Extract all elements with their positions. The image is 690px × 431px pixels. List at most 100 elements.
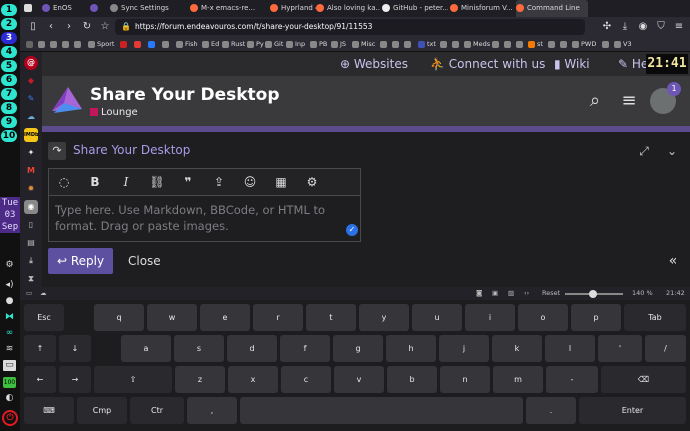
bookmark-item[interactable]	[516, 37, 525, 52]
bold-icon[interactable]: B	[86, 174, 104, 190]
blockquote-icon[interactable]: ❞	[179, 174, 197, 190]
volume-icon[interactable]: ◂)	[3, 280, 16, 291]
image-icon[interactable]: ▨	[508, 287, 514, 300]
tab-endeavour[interactable]	[90, 0, 106, 17]
italic-icon[interactable]: I	[117, 174, 135, 190]
app-icon[interactable]: ◆	[24, 74, 38, 88]
download-icon[interactable]: ⤓	[24, 254, 38, 268]
key-right[interactable]: →	[59, 366, 91, 393]
workspace-7[interactable]: 7	[1, 88, 17, 100]
grammar-check-icon[interactable]: ✓	[346, 224, 358, 236]
quote-bubble-icon[interactable]: ◌	[55, 174, 73, 190]
search-icon[interactable]: ⌕	[584, 90, 606, 112]
bookmark-misc[interactable]: Misc	[352, 37, 375, 52]
network-icon[interactable]: ⧓	[3, 312, 16, 323]
wifi-icon[interactable]: ≋	[3, 344, 16, 355]
reader-icon[interactable]: ▤	[24, 236, 38, 250]
tab-minisforum[interactable]: Minisforum V...	[450, 0, 514, 17]
close-button[interactable]: Close	[128, 248, 161, 274]
tab-github[interactable]: GitHub - peter...	[382, 0, 448, 17]
notification-icon[interactable]: ◐	[3, 393, 16, 404]
microphone-icon[interactable]: ●	[3, 296, 16, 307]
nav-help[interactable]: ✎ He	[618, 52, 648, 76]
reload-button[interactable]: ↻	[80, 20, 94, 34]
cloud-icon[interactable]: ☁	[24, 110, 38, 124]
key-compose[interactable]: Cmp	[77, 397, 127, 424]
bookmark-item[interactable]	[74, 37, 83, 52]
bookmark-item[interactable]	[380, 37, 389, 52]
key-b[interactable]: b	[387, 366, 437, 393]
bookmark-txt[interactable]: txt	[418, 37, 436, 52]
tab-sync-settings[interactable]: Sync Settings	[110, 0, 188, 17]
account-icon[interactable]: ◉	[636, 20, 650, 34]
key-period[interactable]: .	[526, 397, 576, 424]
key-j[interactable]: j	[439, 335, 489, 362]
bookmark-git[interactable]: Git	[265, 37, 283, 52]
key-s[interactable]: s	[174, 335, 224, 362]
emoji-icon[interactable]: ☺	[241, 174, 259, 190]
zoom-slider-handle[interactable]	[589, 290, 597, 298]
bookmark-item[interactable]	[62, 37, 71, 52]
key-g[interactable]: g	[333, 335, 383, 362]
bookmark-item[interactable]	[404, 37, 413, 52]
key-o[interactable]: o	[518, 304, 568, 331]
bookmark-pb[interactable]: PB	[310, 37, 327, 52]
bookmark-py[interactable]: Py	[247, 37, 264, 52]
workspace-3[interactable]: 3	[1, 32, 17, 44]
workspace-6[interactable]: 6	[1, 74, 17, 86]
downloads-icon[interactable]: ⤓	[618, 20, 632, 34]
key-tab[interactable]: Tab	[624, 304, 686, 331]
key-e[interactable]: e	[200, 304, 250, 331]
bookmark-item[interactable]	[38, 37, 47, 52]
key-n[interactable]: n	[440, 366, 490, 393]
app-icon[interactable]: ◉	[24, 200, 38, 214]
endeavouros-logo[interactable]	[50, 85, 84, 115]
nav-wiki[interactable]: ▮ Wiki	[554, 52, 590, 76]
bookmark-v3[interactable]: V3	[614, 37, 632, 52]
browser-menu-button[interactable]	[24, 0, 40, 17]
key-enter[interactable]: Enter	[579, 397, 686, 424]
bookmark-inp[interactable]: Inp	[286, 37, 305, 52]
cloud-sync-icon[interactable]: ☁	[40, 287, 47, 300]
key-slash[interactable]: /	[645, 335, 686, 362]
zoom-reset[interactable]: Reset	[542, 287, 560, 300]
bookmark-bar-toggle[interactable]	[26, 37, 35, 52]
key-t[interactable]: t	[306, 304, 356, 331]
workspace-8[interactable]: 8	[1, 102, 17, 114]
bookmark-fish[interactable]: Fish	[176, 37, 198, 52]
feather-icon[interactable]: ✎	[24, 92, 38, 106]
tab-emacs[interactable]: M-x emacs-re...	[190, 0, 268, 17]
nav-websites[interactable]: ⊕ Websites	[340, 52, 408, 76]
bookmark-icon[interactable]: ▯	[24, 218, 38, 232]
gmail-icon[interactable]: M	[24, 164, 38, 178]
tab-enos[interactable]: EnOS	[42, 0, 88, 17]
key-q[interactable]: q	[94, 304, 144, 331]
category-badge[interactable]: Lounge	[90, 107, 138, 118]
panel-icon[interactable]: ▭	[26, 287, 32, 300]
bookmark-item[interactable]	[134, 37, 143, 52]
key-up[interactable]: ↑	[24, 335, 56, 362]
forward-button[interactable]: ›	[62, 20, 76, 34]
workspace-4[interactable]: 4	[1, 46, 17, 58]
nav-connect[interactable]: ⛹ Connect with us	[430, 52, 545, 76]
sidebar-toggle-icon[interactable]: ▯	[26, 20, 40, 34]
bookmark-item[interactable]	[120, 37, 129, 52]
key-h[interactable]: h	[386, 335, 436, 362]
workspace-2[interactable]: 2	[1, 18, 17, 30]
key-apostrophe[interactable]: '	[598, 335, 642, 362]
key-i[interactable]: i	[465, 304, 515, 331]
bookmark-st[interactable]: st	[528, 37, 543, 52]
key-keyboard-toggle[interactable]: ⌨	[24, 397, 74, 424]
fullscreen-icon[interactable]: ⤢	[636, 143, 652, 159]
reply-button[interactable]: ↩ Reply	[48, 248, 113, 274]
address-bar[interactable]: 🔒 https://forum.endeavouros.com/t/share-…	[115, 19, 585, 35]
bookmark-item[interactable]	[492, 37, 501, 52]
workspace-5[interactable]: 5	[1, 60, 17, 72]
link-icon[interactable]: ∞	[3, 328, 16, 339]
collapse-preview-icon[interactable]: «	[664, 251, 682, 271]
key-l[interactable]: l	[545, 335, 595, 362]
bookmark-item[interactable]	[560, 37, 569, 52]
reply-action-icon[interactable]: ↷	[48, 142, 66, 160]
bookmark-item[interactable]	[392, 37, 401, 52]
folder-icon[interactable]: ▭	[3, 360, 16, 371]
